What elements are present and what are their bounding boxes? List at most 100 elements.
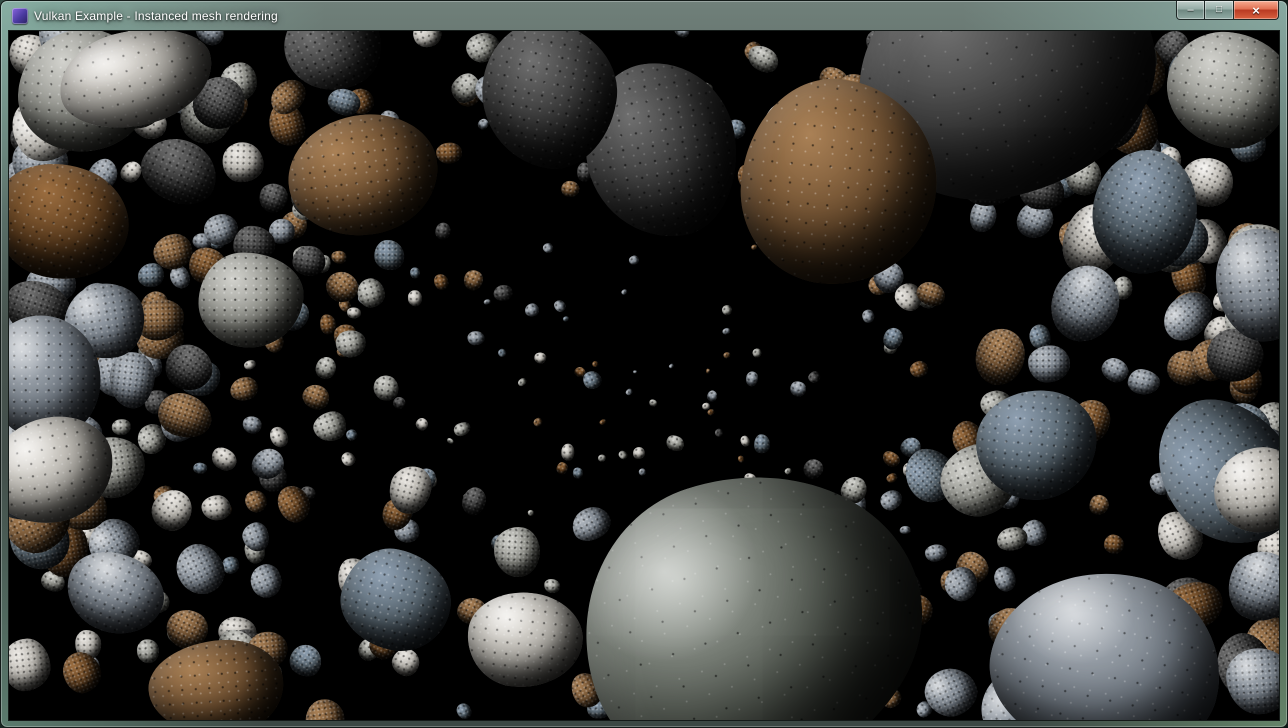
rock	[353, 585, 394, 622]
rock	[80, 510, 148, 577]
rock	[166, 620, 188, 643]
rock	[270, 31, 396, 107]
rock	[911, 54, 931, 72]
rock	[1026, 622, 1069, 657]
rock	[860, 307, 876, 323]
rock	[532, 416, 544, 427]
rock	[928, 134, 949, 154]
rock	[288, 189, 326, 225]
rock	[228, 73, 253, 97]
rock	[890, 278, 928, 316]
rock	[882, 565, 928, 612]
rock	[1054, 93, 1098, 130]
rock	[9, 416, 63, 468]
rock	[567, 501, 616, 548]
rock	[9, 80, 93, 174]
rock	[610, 645, 631, 666]
rock	[247, 442, 290, 485]
app-icon	[12, 8, 28, 24]
rock	[1166, 284, 1219, 336]
rock	[54, 537, 175, 648]
rock	[1223, 495, 1257, 523]
minimize-button[interactable]: –	[1176, 1, 1205, 20]
rock	[1012, 196, 1059, 245]
rock	[725, 501, 738, 513]
rock	[899, 159, 927, 186]
title-bar[interactable]: Vulkan Example - Instanced mesh renderin…	[1, 1, 1287, 31]
rock	[865, 271, 894, 299]
rock	[820, 581, 858, 621]
rock	[493, 284, 514, 302]
rock	[561, 443, 575, 460]
rock	[269, 219, 296, 244]
rock	[1071, 199, 1117, 248]
rock	[242, 486, 270, 514]
rock	[392, 517, 421, 544]
rock	[1098, 603, 1122, 622]
rock	[470, 31, 628, 178]
rock	[136, 287, 171, 325]
rock	[1024, 652, 1047, 672]
rock	[990, 104, 1010, 123]
rock	[1090, 220, 1117, 246]
rock	[412, 465, 439, 492]
rock	[702, 659, 716, 674]
rock	[728, 597, 745, 615]
rock	[150, 482, 178, 509]
rock	[1179, 271, 1208, 300]
rock	[1094, 40, 1122, 66]
rock	[1035, 253, 1134, 354]
rock	[990, 564, 1019, 595]
rock	[459, 484, 490, 518]
rock	[981, 601, 1036, 657]
rock	[894, 590, 936, 630]
rock	[11, 135, 70, 192]
rock	[924, 543, 948, 563]
rock	[435, 142, 462, 164]
maximize-button[interactable]: □	[1205, 1, 1234, 20]
rock	[211, 87, 252, 130]
rock	[1164, 623, 1200, 655]
rock	[966, 645, 1084, 720]
rock	[868, 572, 887, 590]
rock	[844, 659, 883, 698]
rock	[775, 564, 806, 596]
rock	[734, 160, 765, 193]
rock	[468, 612, 498, 642]
rock	[544, 579, 560, 593]
rock	[1207, 625, 1279, 710]
rock	[811, 508, 828, 523]
rock	[1071, 135, 1219, 291]
rock	[800, 456, 827, 483]
rock	[879, 449, 902, 470]
rock	[276, 207, 312, 244]
rock	[503, 602, 538, 637]
rock	[616, 596, 625, 603]
rock	[9, 316, 101, 441]
rock	[723, 351, 732, 359]
render-viewport[interactable]	[9, 31, 1279, 720]
rock	[184, 243, 231, 289]
rock	[346, 307, 361, 320]
rock	[701, 402, 710, 410]
rock	[527, 510, 534, 517]
rock	[753, 703, 780, 720]
rock	[1146, 139, 1176, 170]
rock	[990, 481, 1022, 512]
rock	[882, 341, 898, 356]
rock	[1099, 31, 1159, 88]
rock	[559, 39, 583, 61]
rock	[210, 237, 224, 249]
window-title: Vulkan Example - Instanced mesh renderin…	[34, 9, 278, 23]
rock	[1129, 241, 1155, 264]
rock	[1126, 132, 1167, 171]
rock	[1212, 491, 1238, 516]
rock	[282, 483, 306, 507]
rock	[974, 551, 1237, 720]
rock	[733, 71, 945, 292]
rock	[496, 347, 507, 358]
close-button[interactable]: ×	[1234, 1, 1279, 20]
rock	[128, 547, 155, 571]
rock	[586, 699, 611, 718]
rock	[627, 255, 639, 266]
